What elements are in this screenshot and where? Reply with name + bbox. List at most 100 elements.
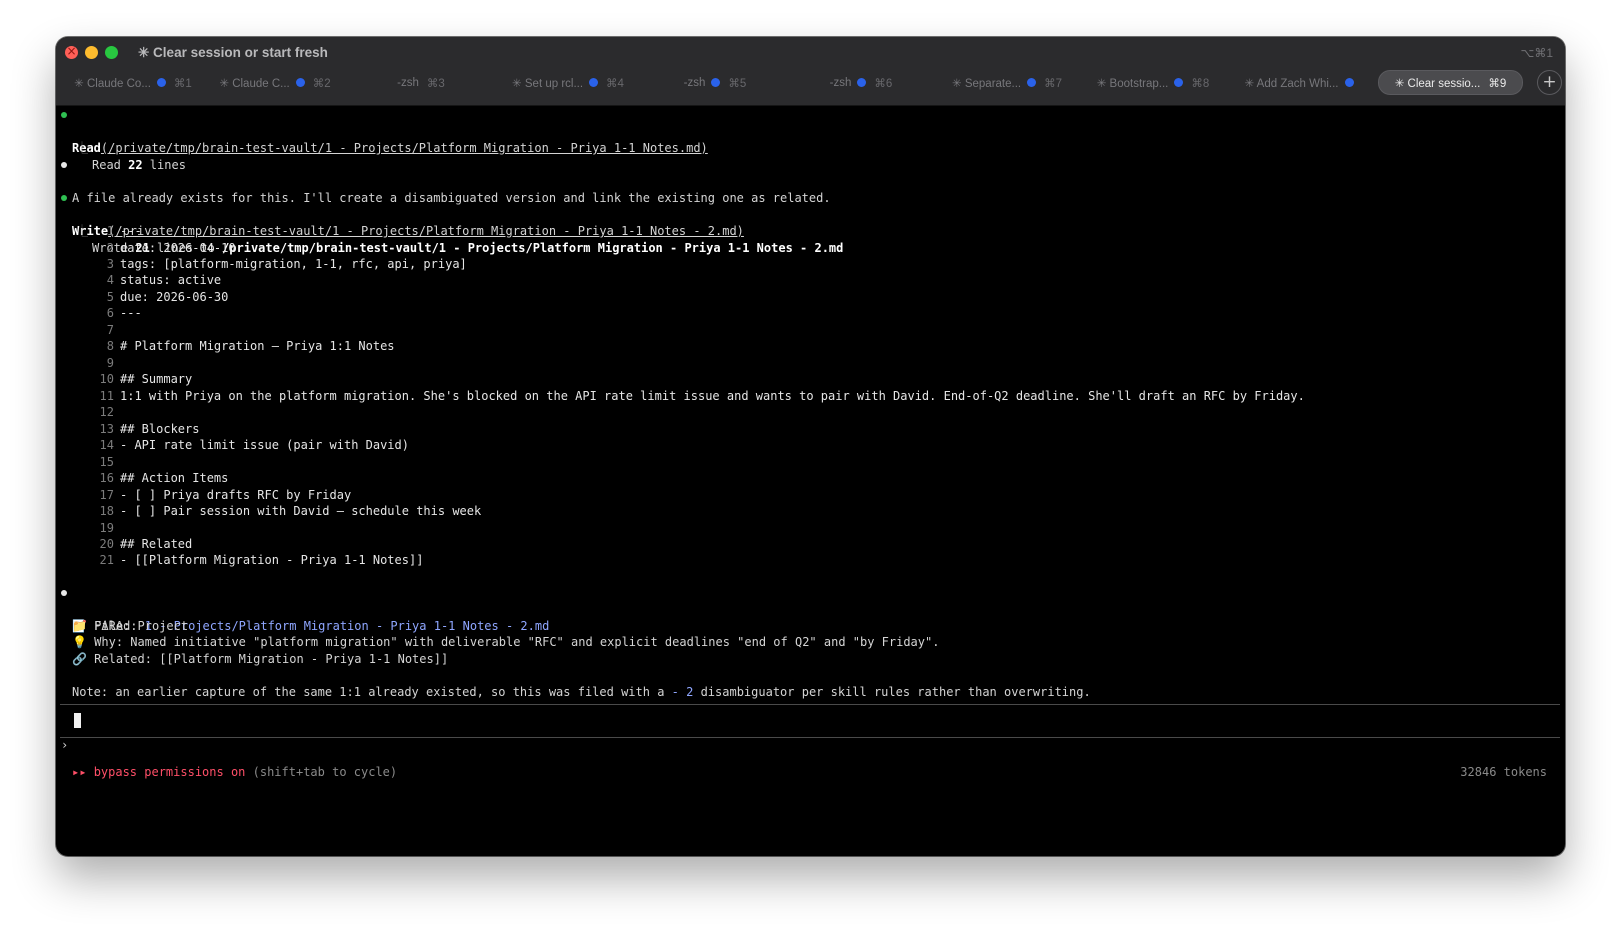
- minimize-window-button[interactable]: [85, 46, 98, 59]
- tab-shortcut: ⌘2: [312, 77, 331, 90]
- assistant-message: A file already exists for this. I'll cre…: [56, 156, 831, 205]
- line-number: 14: [99, 438, 114, 453]
- tab-6[interactable]: -zsh ⌘6: [788, 70, 934, 95]
- token-count: 32846 tokens: [1417, 747, 1547, 779]
- line-text: ## Related: [120, 536, 193, 551]
- tab-label: -zsh: [683, 76, 706, 89]
- read-tool-line: Read(/private/tmp/brain-test-vault/1 - P…: [56, 106, 708, 155]
- read-result-count: 22: [128, 158, 143, 172]
- note-prefix: Note: an earlier capture of the same 1:1…: [72, 685, 672, 699]
- success-bullet-icon: [61, 195, 67, 201]
- activity-dot-icon: [1027, 78, 1037, 87]
- line-text: ## Action Items: [120, 471, 229, 485]
- tab-1[interactable]: ✳ Claude Co... ⌘1: [64, 70, 202, 95]
- line-text: tags: [platform-migration, 1-1, rfc, api…: [120, 256, 467, 271]
- write-result-line: ⎿ Wrote 21 lines to /private/tmp/brain-t…: [56, 206, 843, 255]
- elbow-connector-icon: ⎿: [76, 141, 89, 155]
- text-cursor: [74, 713, 81, 728]
- note-highlight: - 2: [671, 685, 694, 699]
- write-result-path: /private/tmp/brain-test-vault/1 - Projec…: [222, 241, 844, 255]
- bypass-mode-label: bypass permissions on: [93, 765, 246, 779]
- activity-dot-icon: [711, 78, 721, 87]
- link-icon: 🔗: [72, 652, 87, 666]
- para-text: PARA: Project: [86, 619, 189, 633]
- activity-dot-icon: [295, 78, 305, 87]
- tab-label: ✳ Claude C...: [219, 77, 290, 90]
- tab-shortcut: ⌘5: [728, 77, 747, 90]
- success-bullet-icon: [61, 112, 67, 118]
- tab-shortcut: ⌘6: [874, 77, 893, 90]
- line-number: 9: [106, 355, 114, 370]
- line-text: - [ ] Pair session with David – schedule…: [120, 504, 482, 518]
- line-text: ---: [120, 224, 142, 238]
- terminal-window: ✳ Clear session or start fresh ⌥⌘1 ✳ Cla…: [56, 37, 1565, 856]
- filed-path-link[interactable]: 1 - Projects/Platform Migration - Priya …: [145, 619, 550, 633]
- read-result-suffix: lines: [142, 158, 186, 172]
- note-line: Note: an earlier capture of the same 1:1…: [56, 667, 1091, 699]
- write-tool-path: (/private/tmp/brain-test-vault/1 - Proje…: [108, 224, 744, 238]
- prompt-input[interactable]: ›: [56, 709, 99, 752]
- why-line: 💡 Why: Named initiative "platform migrat…: [56, 617, 939, 649]
- related-line: 🔗 Related: [[Platform Migration - Priya …: [56, 634, 448, 666]
- activity-dot-icon: [156, 78, 166, 87]
- mode-cycle-hint: (shift+tab to cycle): [245, 765, 398, 779]
- close-window-button[interactable]: [65, 44, 78, 59]
- line-number: 20: [99, 536, 114, 551]
- tab-2[interactable]: ✳ Claude C... ⌘2: [202, 70, 348, 95]
- filed-line: 📝 Filed: 1 - Projects/Platform Migration…: [56, 584, 549, 633]
- line-text: - [ ] Priya drafts RFC by Friday: [120, 487, 352, 502]
- line-text: date: 2026-04-10: [120, 240, 236, 255]
- line-number: 21: [99, 553, 114, 568]
- line-text: - API rate limit issue (pair with David): [120, 438, 409, 453]
- line-text: status: active: [120, 273, 222, 288]
- tab-active-clear-session[interactable]: ✳ Clear sessio... ⌘9: [1378, 70, 1523, 95]
- line-number: 12: [99, 405, 114, 420]
- line-number: 4: [106, 273, 114, 288]
- message-bullet-icon: [61, 590, 67, 596]
- line-number: 8: [106, 339, 114, 354]
- line-number: 18: [99, 504, 114, 518]
- tab-shortcut: ⌘7: [1044, 77, 1062, 90]
- tab-4[interactable]: ✳ Set up rcl... ⌘4: [494, 70, 642, 95]
- tab-5[interactable]: -zsh ⌘5: [642, 70, 788, 95]
- line-number: 15: [99, 454, 114, 469]
- tab-shortcut: ⌘9: [1488, 77, 1507, 90]
- tab-9[interactable]: ✳ Add Zach Whi...: [1226, 70, 1372, 95]
- line-number: 10: [99, 372, 114, 387]
- tab-shortcut: ⌘3: [426, 77, 445, 90]
- activity-dot-icon: [857, 78, 867, 87]
- line-number: 2: [106, 240, 114, 255]
- tab-8[interactable]: ✳ Bootstrap... ⌘8: [1080, 70, 1226, 95]
- tab-label: ✳ Set up rcl...: [512, 77, 584, 90]
- tab-3[interactable]: -zsh ⌘3: [348, 70, 494, 95]
- related-text: Related: [[Platform Migration - Priya 1-…: [86, 652, 449, 666]
- zoom-window-button[interactable]: [105, 46, 118, 59]
- tab-label: ✳ Add Zach Whi...: [1244, 77, 1339, 90]
- tab-label: ✳ Claude Co...: [74, 77, 151, 90]
- activity-dot-icon: [1344, 78, 1354, 87]
- line-number: 6: [106, 306, 114, 321]
- note-suffix: disambiguator per skill rules rather tha…: [693, 685, 1091, 699]
- tab-label: ✳ Clear sessio...: [1394, 77, 1481, 90]
- read-tool-path: (/private/tmp/brain-test-vault/1 - Proje…: [100, 141, 708, 155]
- assistant-message-text: A file already exists for this. I'll cre…: [72, 191, 831, 205]
- line-text: ---: [120, 306, 142, 321]
- message-bullet-icon: [61, 162, 67, 168]
- line-text: # Platform Migration – Priya 1:1 Notes: [120, 339, 395, 354]
- line-text: ## Blockers: [120, 421, 200, 436]
- tab-shortcut: ⌘4: [606, 77, 624, 90]
- tab-shortcut: ⌘8: [1191, 77, 1210, 90]
- token-count-text: 32846 tokens: [1460, 765, 1547, 779]
- tab-bar: ✳ Claude Co... ⌘1 ✳ Claude C... ⌘2 -zsh …: [64, 70, 1562, 95]
- tab-label: -zsh: [397, 76, 419, 89]
- line-number: 13: [99, 421, 114, 436]
- write-tool-line: Write(/private/tmp/brain-test-vault/1 - …: [56, 189, 744, 238]
- why-text: Why: Named initiative "platform migratio…: [86, 635, 940, 649]
- tab-7[interactable]: ✳ Separate... ⌘7: [934, 70, 1080, 95]
- activity-dot-icon: [589, 78, 599, 87]
- new-tab-button[interactable]: +: [1537, 70, 1562, 95]
- activity-dot-icon: [1174, 78, 1184, 87]
- tab-shortcut: ⌘1: [173, 77, 192, 90]
- window-title: ✳ Clear session or start fresh: [138, 45, 328, 60]
- line-text: - [[Platform Migration - Priya 1-1 Notes…: [120, 553, 424, 568]
